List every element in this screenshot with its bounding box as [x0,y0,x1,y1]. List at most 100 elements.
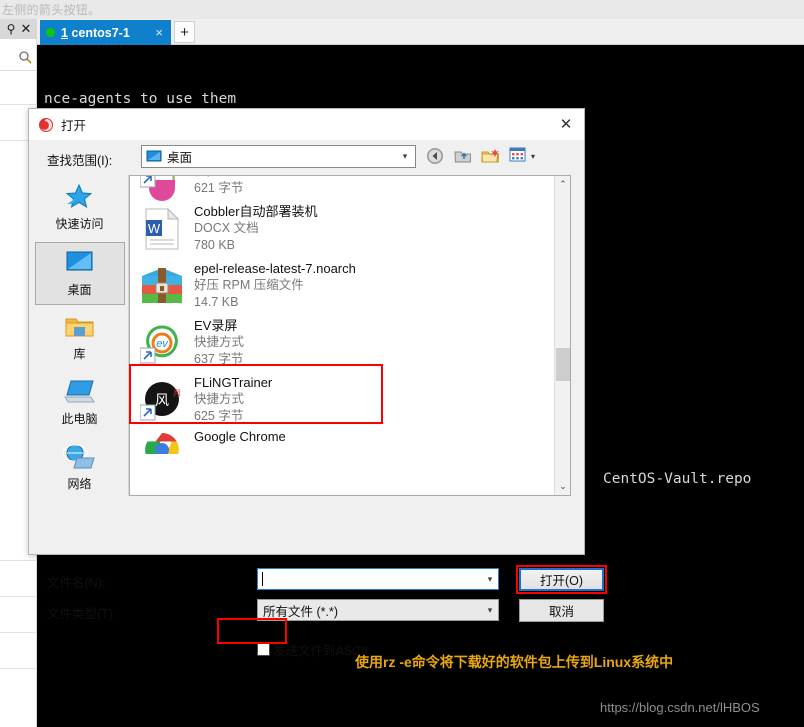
look-in-value: 桌面 [167,151,193,165]
terminal-vault-repo-text: CentOS-Vault.repo [603,471,752,487]
file-type: 好压 RPM 压缩文件 [194,278,304,292]
fling-trainer-icon: 风 月 [139,378,184,422]
place-network[interactable]: 网络 [35,437,125,500]
terminal-line: nce-agents to use them [44,91,237,107]
tab-label: 1 centos7-1 [61,26,149,40]
place-label: 此电脑 [61,412,98,426]
screenshot-root: 左侧的箭头按钮。 ⚲ ✕ 1 centos7-1 × + nce-agents … [0,0,804,727]
file-list-scrollbar[interactable]: ⌃ ⌄ [554,176,570,495]
list-item[interactable]: ev EV录屏 快捷方式 637 字节 [130,314,570,371]
filename-input[interactable]: ▾ [257,568,499,590]
dialog-close-button[interactable]: ✕ [557,115,575,133]
look-in-label: 查找范围(I): [47,154,113,168]
back-icon[interactable] [425,146,447,166]
place-quick-access[interactable]: 快速访问 [35,177,125,240]
ascii-checkbox-label: 发送文件到ASCII [273,644,369,658]
place-library[interactable]: 库 [35,307,125,370]
file-size: 625 字节 [194,409,244,423]
svg-text:W: W [148,221,161,236]
file-type: DOCX 文档 [194,221,259,235]
file-name: Google Chrome [194,429,286,444]
svg-text:ev: ev [156,338,169,350]
look-in-row: 查找范围(I): 桌面 ▾ ▾ [29,143,584,173]
file-name: Cobbler自动部署装机 [194,204,318,219]
filetype-label: 文件类型(T): [47,607,117,621]
file-size: 14.7 KB [194,295,239,309]
svg-text:月: 月 [173,389,181,398]
cancel-button[interactable]: 取消 [519,599,604,622]
tab-status-dot [46,28,55,37]
new-folder-icon[interactable] [481,146,503,166]
watermark-text: https://blog.csdn.net/lHBOS [600,700,760,715]
list-item-meta: 快捷方式 621 字节 [194,176,244,197]
file-size: 637 字节 [194,352,244,366]
ascii-checkbox[interactable] [257,643,270,656]
desktop-icon [146,150,162,164]
file-type: 快捷方式 [194,335,245,349]
places-sidebar: 快速访问 桌面 库 此电脑 网络 [31,175,129,496]
place-desktop[interactable]: 桌面 [34,242,125,305]
new-tab-button[interactable]: + [174,21,195,43]
place-this-pc[interactable]: 此电脑 [35,372,125,435]
background-top-strip: 左侧的箭头按钮。 [0,0,804,19]
dialog-title: 打开 [61,119,87,133]
chevron-down-icon[interactable]: ▾ [397,151,413,162]
place-label: 快速访问 [55,217,104,231]
list-item-meta: epel-release-latest-7.noarch 好压 RPM 压缩文件… [194,260,356,311]
place-label: 网络 [67,477,92,491]
computer-icon [63,377,96,407]
scroll-down-icon[interactable]: ⌄ [555,478,570,495]
list-item[interactable]: 快捷方式 621 字节 [130,176,570,202]
desktop-monitor-icon [63,248,96,278]
tab-close-icon[interactable]: × [153,26,165,39]
terminal-tab-bar: 1 centos7-1 × + [37,19,804,45]
app-logo-icon [38,117,54,133]
look-in-combobox[interactable]: 桌面 ▾ [141,145,416,168]
file-list[interactable]: 快捷方式 621 字节 W C [129,175,571,496]
up-folder-icon[interactable] [453,146,475,166]
scrollbar-thumb[interactable] [556,348,570,381]
list-item[interactable]: W Cobbler自动部署装机 DOCX 文档 780 KB [130,200,570,257]
document-shortcut-icon [139,176,184,202]
list-item-selected[interactable]: epel-release-latest-7.noarch 好压 RPM 压缩文件… [130,257,570,314]
open-button[interactable]: 打开(O) [519,568,604,591]
folder-icon [63,312,96,342]
list-item[interactable]: 风 月 FLiNGTrainer 快捷方式 625 字节 [130,371,570,428]
list-item-meta: Google Chrome [194,428,286,445]
file-name: EV录屏 [194,318,238,333]
tab-title: centos7-1 [67,25,130,40]
filename-label: 文件名(N): [47,576,106,590]
network-globe-icon [62,442,96,472]
scroll-up-icon[interactable]: ⌃ [555,176,570,193]
filetype-select[interactable]: 所有文件 (*.*) ▾ [257,599,499,621]
ev-recorder-icon: ev [139,321,184,365]
file-type: 快捷方式 [194,392,245,406]
file-name: FLiNGTrainer [194,375,273,390]
filetype-value: 所有文件 (*.*) [263,604,339,619]
place-label: 库 [73,347,86,361]
ascii-checkbox-row[interactable]: 发送文件到ASCII [257,640,368,659]
file-size: 621 字节 [194,181,244,195]
view-mode-chevron-down-icon[interactable]: ▾ [531,152,535,161]
filetype-chevron-down-icon[interactable]: ▾ [482,605,498,616]
view-mode-icon[interactable] [509,146,527,166]
dialog-title-bar: 打开 ✕ [29,109,584,140]
svg-text:风: 风 [155,393,169,409]
list-item[interactable]: Google Chrome [130,428,570,454]
text-caret [262,572,263,586]
dialog-toolbar: ▾ [425,144,535,168]
star-icon [63,182,96,212]
list-item-meta: FLiNGTrainer 快捷方式 625 字节 [194,374,272,425]
list-item-meta: Cobbler自动部署装机 DOCX 文档 780 KB [194,203,318,254]
place-label: 桌面 [67,283,92,297]
file-size: 780 KB [194,238,236,252]
chrome-icon [140,428,184,454]
tab-centos7-1[interactable]: 1 centos7-1 × [40,20,171,45]
word-doc-icon: W [140,207,184,251]
tab-number: 1 [61,25,68,40]
open-file-dialog: 打开 ✕ 查找范围(I): 桌面 ▾ ▾ 快速访问 桌面 库 此电脑 网络 62… [28,108,607,658]
file-name: epel-release-latest-7.noarch [194,261,356,276]
annotation-text: 使用rz -e命令将下载好的软件包上传到Linux系统中 [355,654,674,670]
archive-rpm-icon [140,264,184,308]
filename-chevron-down-icon[interactable]: ▾ [482,574,498,585]
